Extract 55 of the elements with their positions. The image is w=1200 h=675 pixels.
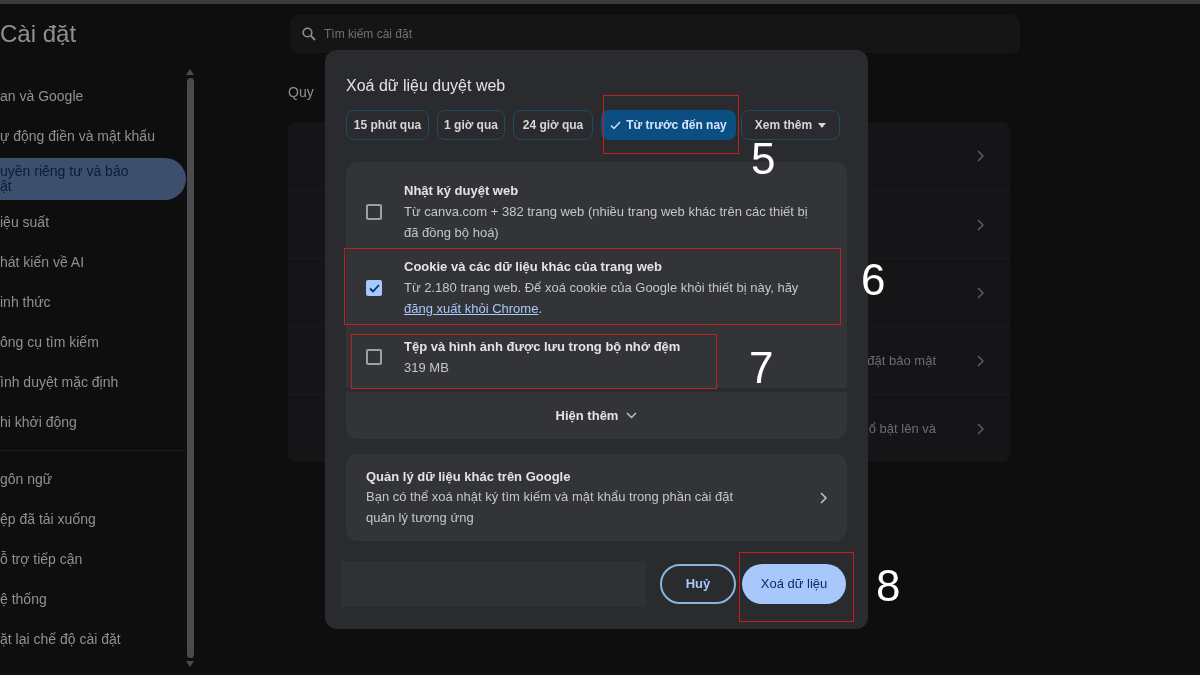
- chevron-right-icon: [819, 491, 827, 504]
- option-title: Cookie và các dữ liệu khác của trang web: [404, 258, 663, 276]
- delete-data-button[interactable]: Xoá dữ liệu: [742, 564, 846, 604]
- sidebar-item[interactable]: inh thức: [0, 282, 186, 322]
- option-description: 319 MB: [404, 358, 450, 377]
- step-number: 7: [749, 346, 774, 390]
- row-text: đặt bảo mật: [867, 351, 936, 370]
- chevron-right-icon: [976, 218, 984, 231]
- sidebar-item[interactable]: ình duyệt mặc định: [0, 362, 186, 402]
- time-range-chip[interactable]: 15 phút qua: [346, 110, 429, 140]
- search-field[interactable]: Tìm kiếm cài đặt: [324, 25, 1008, 43]
- check-icon: [610, 120, 622, 130]
- chevron-right-icon: [976, 422, 984, 435]
- option-description: Từ canva.com + 382 trang web (nhiều trang web khác trên các thiết bị đã đồng bộ hoá): [404, 203, 809, 242]
- option-title: Nhật ký duyệt web: [404, 182, 520, 200]
- time-range-chip[interactable]: 24 giờ qua: [513, 110, 593, 140]
- caret-down-icon: [818, 122, 827, 128]
- search-bar[interactable]: Tìm kiếm cài đặt: [290, 15, 1020, 53]
- section-heading: Quy: [288, 84, 314, 100]
- sidebar-item[interactable]: ặt lại chế độ cài đặt: [0, 619, 186, 659]
- sidebar-item[interactable]: ông cụ tìm kiếm: [0, 322, 186, 362]
- time-range-chip[interactable]: Xem thêm: [741, 110, 840, 140]
- sidebar-item[interactable]: gôn ngữ: [0, 459, 186, 499]
- sidebar-item[interactable]: iệu suất: [0, 202, 186, 242]
- chevron-right-icon: [976, 354, 984, 367]
- google-card[interactable]: Quản lý dữ liệu khác trên Google Bạn có thể xoá nhật ký tìm kiếm và mật khẩu trong phần cài đặt quản lý tương ứng: [346, 454, 847, 541]
- dialog-title: Xoá dữ liệu duyệt web: [346, 76, 507, 96]
- step-number: 8: [876, 564, 901, 608]
- sidebar-item[interactable]: hát kiến về AI: [0, 242, 186, 282]
- checkbox[interactable]: [366, 204, 382, 220]
- chevron-right-icon: [976, 150, 984, 162]
- time-range-chip[interactable]: Từ trước đến nay: [601, 110, 736, 140]
- time-range-chip[interactable]: 1 giờ qua: [437, 110, 505, 140]
- page-title: Cài đặt: [0, 20, 77, 47]
- row-text: ổ bật lên và: [868, 419, 936, 438]
- option-title: Tệp và hình ảnh được lưu trong bộ nhớ đệm: [404, 337, 681, 356]
- sidebar-item[interactable]: hi khởi động: [0, 402, 186, 442]
- sidebar-item[interactable]: ỗ trợ tiếp cận: [0, 539, 186, 579]
- sidebar-item[interactable]: ệp đã tải xuống: [0, 499, 186, 539]
- sidebar-item[interactable]: an và Google: [0, 76, 186, 116]
- checkbox[interactable]: [366, 280, 382, 296]
- step-number: 6: [861, 258, 886, 302]
- show-more-button[interactable]: Hiện thêm: [346, 392, 847, 439]
- chevron-down-icon: [626, 412, 638, 419]
- check-icon: [368, 283, 380, 293]
- sidebar-item[interactable]: ự động điền và mật khẩu: [0, 116, 186, 156]
- cancel-button[interactable]: Huỷ: [660, 564, 736, 604]
- sidebar-item[interactable]: ệ thống: [0, 579, 186, 619]
- step-number: 5: [751, 142, 776, 176]
- option-description: Từ 2.180 trang web. Để xoá cookie của Google khỏi thiết bị này, hãy đăng xuất khỏi Chrome.: [404, 279, 800, 318]
- search-icon: [302, 27, 316, 41]
- chevron-right-icon: [976, 286, 984, 299]
- card-description: Bạn có thể xoá nhật ký tìm kiếm và mật khẩu trong phần cài đặt quản lý tương ứng: [366, 488, 735, 528]
- checkbox[interactable]: [366, 349, 382, 365]
- card-title: Quản lý dữ liệu khác trên Google: [366, 467, 572, 486]
